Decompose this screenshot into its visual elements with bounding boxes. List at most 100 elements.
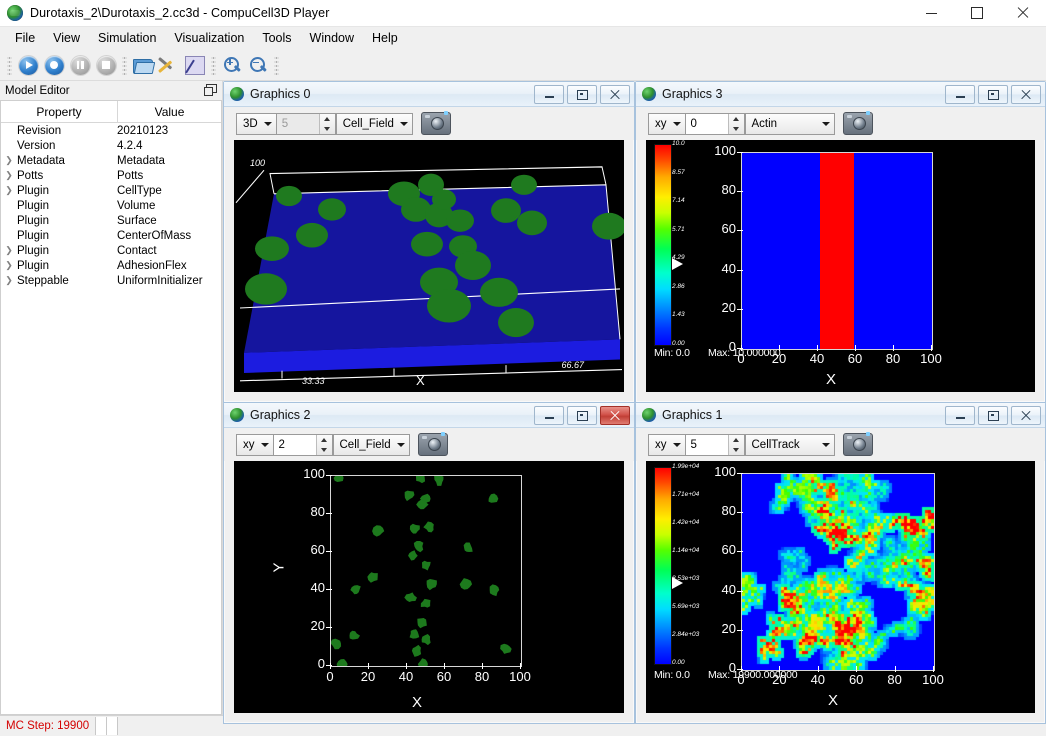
stepper-down-button[interactable] xyxy=(320,124,335,134)
graphics-1-close-button[interactable] xyxy=(1011,406,1041,425)
tree-row[interactable]: PluginVolume xyxy=(1,198,221,213)
graphics-0-close-button[interactable] xyxy=(600,85,630,104)
stepper-arrows[interactable] xyxy=(319,114,335,134)
tree-row[interactable]: ❯PluginCellType xyxy=(1,183,221,198)
stepper-down-button[interactable] xyxy=(317,445,332,455)
chevron-right-icon[interactable]: ❯ xyxy=(1,185,17,196)
tree-row[interactable]: ❯PluginAdhesionFlex xyxy=(1,258,221,273)
graphics-0-titlebar[interactable]: Graphics 0 xyxy=(224,82,634,107)
stepper-down-button[interactable] xyxy=(729,445,744,455)
graphics-1-render-view[interactable]: 1.99e+041.71e+041.42e+041.14e+048.53e+03… xyxy=(646,461,1035,713)
tree-row[interactable]: Version4.2.4 xyxy=(1,138,221,153)
graphics-1-plane-position-stepper[interactable]: 5 xyxy=(686,434,745,456)
subwindow-graphics-2[interactable]: Graphics 2 xy 2 xyxy=(223,402,635,724)
graphics-3-render-view[interactable]: 10.08.577.145.714.292.861.430.00 Min: 0.… xyxy=(646,140,1035,392)
chevron-right-icon[interactable]: ❯ xyxy=(1,170,17,181)
stepper-arrows[interactable] xyxy=(728,435,744,455)
graphics-3-titlebar[interactable]: Graphics 3 xyxy=(636,82,1045,107)
graphics-2-restore-button[interactable] xyxy=(567,406,597,425)
graphics-2-render-view[interactable]: 020406080100 020406080100 X Y xyxy=(234,461,624,713)
run-button[interactable] xyxy=(15,52,41,78)
chevron-right-icon[interactable]: ❯ xyxy=(1,275,17,286)
graphics-1-screenshot-button[interactable] xyxy=(843,433,873,456)
stepper-up-button[interactable] xyxy=(729,114,744,124)
stepper-up-button[interactable] xyxy=(317,435,332,445)
tree-row[interactable]: PluginSurface xyxy=(1,213,221,228)
graphics-3-plane-position-stepper[interactable]: 0 xyxy=(686,113,745,135)
tree-row[interactable]: ❯PottsPotts xyxy=(1,168,221,183)
graphics-3-minimize-button[interactable] xyxy=(945,85,975,104)
graphics-2-screenshot-button[interactable] xyxy=(418,433,448,456)
open-file-button[interactable] xyxy=(130,52,156,78)
graphics-3-close-button[interactable] xyxy=(1011,85,1041,104)
graphics-0-restore-button[interactable] xyxy=(567,85,597,104)
graphics-2-minimize-button[interactable] xyxy=(534,406,564,425)
graphics-0-screenshot-button[interactable] xyxy=(421,112,451,135)
graphics-0-field-select[interactable]: Cell_Field xyxy=(336,113,413,135)
menu-help[interactable]: Help xyxy=(363,28,407,48)
tree-row[interactable]: ❯SteppableUniformInitializer xyxy=(1,273,221,288)
stepper-arrows[interactable] xyxy=(316,435,332,455)
maximize-button[interactable] xyxy=(954,0,1000,26)
graphics-2-field-select[interactable]: Cell_Field xyxy=(333,434,410,456)
stepper-arrows[interactable] xyxy=(728,114,744,134)
tree-row[interactable]: ❯PluginContact xyxy=(1,243,221,258)
graphics-3-restore-button[interactable] xyxy=(978,85,1008,104)
window-titlebar: Durotaxis_2\Durotaxis_2.cc3d - CompuCell… xyxy=(0,0,1046,27)
undock-icon[interactable] xyxy=(204,84,216,95)
graphics-1-field-select[interactable]: CellTrack xyxy=(745,434,835,456)
step-button[interactable] xyxy=(41,52,67,78)
minimize-button[interactable] xyxy=(908,0,954,26)
tree-row[interactable]: Revision20210123 xyxy=(1,123,221,138)
zoom-in-button[interactable] xyxy=(219,52,245,78)
mdi-area: Graphics 0 3D 5 xyxy=(223,81,1046,715)
graphics-1-restore-button[interactable] xyxy=(978,406,1008,425)
graphics-3-screenshot-button[interactable] xyxy=(843,112,873,135)
graphics-0-render-view[interactable]: 100 33.33 66.67 X xyxy=(234,140,624,392)
tree-row[interactable]: ❯MetadataMetadata xyxy=(1,153,221,168)
toolbar-grip-4[interactable] xyxy=(274,55,279,75)
graphics-2-close-button[interactable] xyxy=(600,406,630,425)
stepper-down-button[interactable] xyxy=(729,124,744,134)
open-script-editor-button[interactable] xyxy=(182,52,208,78)
menu-file[interactable]: File xyxy=(6,28,44,48)
subwindow-graphics-0[interactable]: Graphics 0 3D 5 xyxy=(223,81,635,403)
tree-row[interactable]: PluginCenterOfMass xyxy=(1,228,221,243)
subwindow-graphics-1[interactable]: Graphics 1 xy 5 xyxy=(635,402,1046,724)
menu-tools[interactable]: Tools xyxy=(253,28,300,48)
stop-button[interactable] xyxy=(93,52,119,78)
stepper-up-button[interactable] xyxy=(320,114,335,124)
menu-simulation[interactable]: Simulation xyxy=(89,28,165,48)
graphics-1-titlebar[interactable]: Graphics 1 xyxy=(636,403,1045,428)
zoom-out-button[interactable] xyxy=(245,52,271,78)
tree-row-property: Plugin xyxy=(17,215,117,227)
graphics-0-plane-position-stepper[interactable]: 5 xyxy=(277,113,336,135)
graphics-1-plane-select[interactable]: xy xyxy=(648,434,686,456)
model-editor-tree[interactable]: Property Value Revision20210123Version4.… xyxy=(0,101,222,715)
menu-window[interactable]: Window xyxy=(301,28,363,48)
graphics-0-minimize-button[interactable] xyxy=(534,85,564,104)
pause-button[interactable] xyxy=(67,52,93,78)
graphics-1-minimize-button[interactable] xyxy=(945,406,975,425)
toolbar-grip[interactable] xyxy=(7,55,12,75)
stepper-up-button[interactable] xyxy=(729,435,744,445)
toolbar-grip-2[interactable] xyxy=(122,55,127,75)
graphics-0-plane-select[interactable]: 3D xyxy=(236,113,277,135)
chevron-right-icon[interactable]: ❯ xyxy=(1,245,17,256)
chevron-right-icon[interactable]: ❯ xyxy=(1,260,17,271)
graphics-2-plane-select[interactable]: xy xyxy=(236,434,274,456)
close-button[interactable] xyxy=(1000,0,1046,26)
graphics-2-plane-position-stepper[interactable]: 2 xyxy=(274,434,333,456)
menu-view[interactable]: View xyxy=(44,28,89,48)
subwindow-graphics-3[interactable]: Graphics 3 xy 0 xyxy=(635,81,1046,403)
configure-button[interactable] xyxy=(156,52,182,78)
toolbar-grip-3[interactable] xyxy=(211,55,216,75)
tree-row-value: 20210123 xyxy=(117,125,221,137)
menu-visualization[interactable]: Visualization xyxy=(165,28,253,48)
graphics-3-plane-select[interactable]: xy xyxy=(648,113,686,135)
column-header-property[interactable]: Property xyxy=(1,101,118,122)
chevron-right-icon[interactable]: ❯ xyxy=(1,155,17,166)
column-header-value[interactable]: Value xyxy=(118,101,221,122)
graphics-3-field-select[interactable]: Actin xyxy=(745,113,835,135)
graphics-2-titlebar[interactable]: Graphics 2 xyxy=(224,403,634,428)
